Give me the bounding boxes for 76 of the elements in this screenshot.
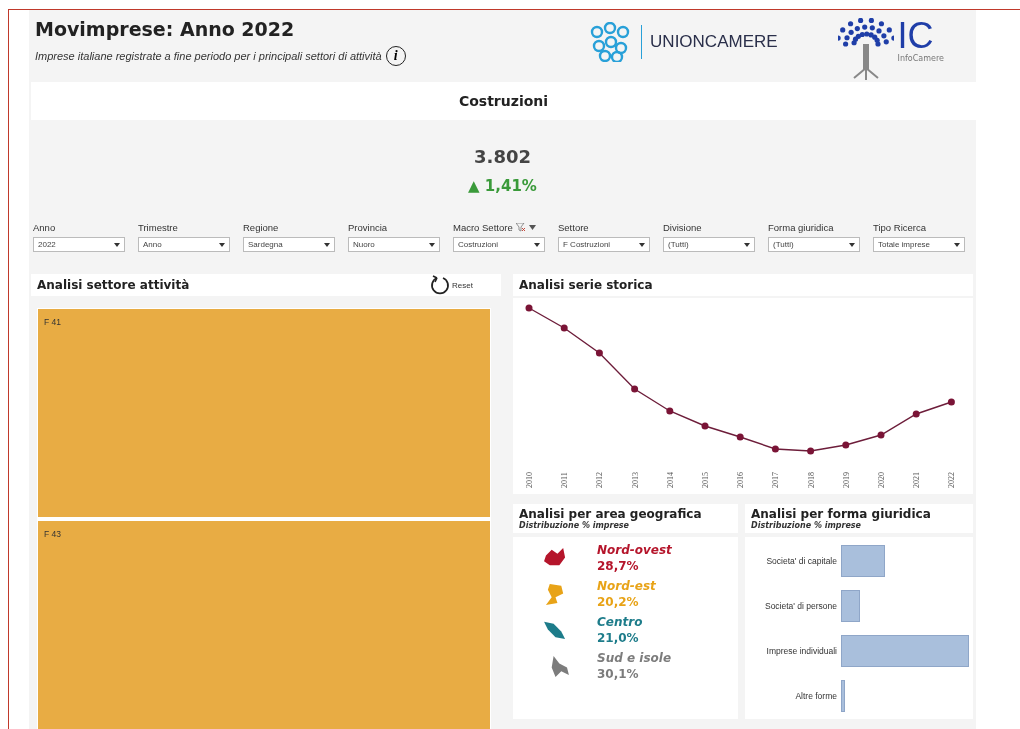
filter-dropdown[interactable]: Nuoro — [348, 237, 440, 252]
year-label: 2017 — [771, 472, 781, 488]
bar-label: Imprese individuali — [765, 645, 838, 656]
filter-label: Settore — [558, 222, 589, 233]
panel-title: Analisi settore attività — [37, 278, 190, 292]
year-label: 2014 — [665, 472, 675, 488]
year-label: 2021 — [912, 472, 922, 488]
filter-dropdown[interactable]: Costruzioni — [453, 237, 545, 252]
area-name: Sud e isole — [597, 651, 672, 665]
treemap-tile[interactable]: F 41 — [38, 309, 490, 517]
bar — [841, 544, 885, 577]
year-label: 2012 — [595, 472, 605, 488]
filter-label: Anno — [33, 222, 56, 233]
year-label: 2011 — [560, 472, 570, 488]
year-label: 2018 — [806, 472, 816, 488]
bar-label: Altre forme — [794, 690, 838, 701]
sector-title: Costruzioni — [31, 82, 976, 120]
filter-dropdown[interactable]: (Tutti) — [663, 237, 755, 252]
year-label: 2016 — [736, 472, 746, 488]
logo-caption: InfoCamere — [897, 54, 944, 63]
caret-icon — [534, 242, 540, 247]
kpi-value: 3.802 — [474, 145, 531, 167]
dashboard-title: Movimprese: Anno 2022 — [35, 18, 296, 40]
year-label: 2015 — [701, 472, 710, 488]
caret-icon — [849, 242, 855, 247]
reset-button[interactable]: Reset — [452, 280, 473, 290]
filter-label: Provincia — [348, 222, 388, 233]
filter-label: Macro Settore — [453, 222, 513, 233]
filter-label: Regione — [243, 222, 279, 233]
refresh-icon[interactable] — [430, 275, 451, 295]
filter-label: Trimestre — [138, 222, 178, 233]
filter-dropdown[interactable]: Sardegna — [243, 237, 335, 252]
clear-filter-icon[interactable] — [515, 223, 526, 232]
bar-label: Societa' di persone — [763, 600, 838, 611]
filter-dropdown[interactable]: Totale imprese — [873, 237, 965, 252]
caret-icon — [114, 242, 120, 247]
treemap-tile[interactable]: F 43 — [38, 521, 490, 729]
panel-subtitle: Distribuzione % imprese — [519, 521, 630, 530]
bar — [841, 589, 860, 622]
filter-dropdown[interactable]: Anno — [138, 237, 230, 252]
year-label: 2022 — [947, 472, 957, 488]
bar-label: Societa' di capitale — [765, 555, 838, 566]
filter-label: Tipo Ricerca — [873, 222, 926, 233]
area-share: 20,2% — [597, 595, 640, 609]
caret-icon — [429, 242, 435, 247]
year-label: 2020 — [877, 472, 886, 488]
panel-title: Analisi serie storica — [519, 278, 653, 292]
year-label: 2013 — [630, 472, 640, 488]
bar — [841, 679, 845, 712]
tree-logo-icon — [837, 18, 894, 82]
caret-icon — [639, 242, 645, 247]
panel-title: Analisi per area geografica — [519, 507, 703, 521]
area-share: 21,0% — [597, 631, 640, 645]
area-name: Centro — [597, 615, 643, 629]
filter-label: Forma giuridica — [768, 222, 834, 233]
caret-icon — [219, 242, 225, 247]
area-share: 30,1% — [597, 667, 640, 681]
logo-text: UNIONCAMERE — [650, 32, 778, 52]
area-share: 28,7% — [597, 559, 640, 573]
panel-title: Analisi per forma giuridica — [751, 507, 932, 521]
caret-icon[interactable] — [528, 225, 536, 230]
panel-subtitle: Distribuzione % imprese — [751, 521, 863, 530]
logo-text: IC — [897, 18, 934, 54]
filter-label: Divisione — [663, 222, 702, 233]
caret-icon — [744, 242, 750, 247]
dashboard-subtitle: Imprese italiane registrate a fine periodo per i principali settori di attività — [35, 50, 382, 62]
area-name: Nord-ovest — [597, 543, 672, 557]
caret-icon — [324, 242, 330, 247]
filter-dropdown[interactable]: F Costruzioni — [558, 237, 650, 252]
year-label: 2010 — [525, 472, 534, 488]
kpi-change: ▲ 1,41% — [468, 176, 537, 195]
caret-icon — [954, 242, 960, 247]
area-name: Nord-est — [597, 579, 656, 593]
filter-dropdown[interactable]: 2022 — [33, 237, 125, 252]
filter-dropdown[interactable]: (Tutti) — [768, 237, 860, 252]
year-label: 2019 — [841, 472, 851, 488]
